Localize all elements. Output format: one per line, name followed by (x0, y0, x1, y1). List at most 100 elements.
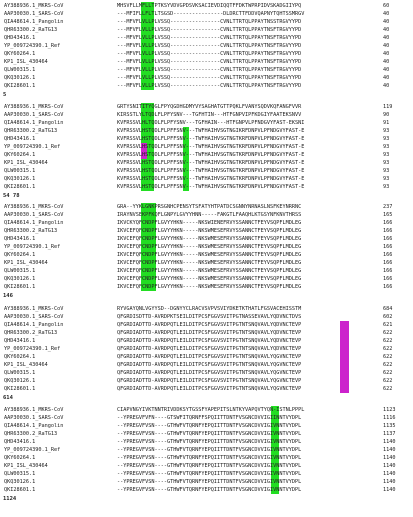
sequence-residues: ---MFVFLVLLPLVSSQ----------------CVNLTTR… (117, 59, 302, 65)
sequence-name: AY388936.1_MKRS-CoV (4, 104, 64, 110)
position-number: 166 (383, 284, 393, 290)
position-number: 622 (383, 346, 393, 352)
sequence-residues: --YPREGVFVSN----GTHWFVTQRNFYEPQIITTDNTFV… (117, 439, 302, 445)
sequence-residues: QFGRDIADTTD-AVRDPQTLEILDITPCSFGGVSVITPGT… (117, 330, 302, 336)
block-position-label: 5 (3, 92, 7, 98)
alignment-row: QKY60264.1 IKVCEFQFCNDPFLGVYYHKN-----NKSW… (0, 251, 413, 259)
sequence-residues: --YPREGVFVFN----GTSWFITQRNFFSPQIITTDNTFV… (117, 415, 302, 421)
sequence-residues: --YPREGVFVSN----GTHWFVTQRNFYEPQIITTDNTFV… (117, 455, 302, 461)
alignment-row: QIA48614.1_Pangolin --YPREGVFVSN----GTHWF… (0, 422, 413, 430)
alignment-row: QKI28601.1 IKVCEFQFCNDPFLGVYYHKN-----NKSW… (0, 283, 413, 291)
sequence-name: QKY60264.1 (4, 152, 36, 158)
position-number: 1137 (383, 431, 396, 437)
alignment-row: QKI28601.1 ---MFVFLVLLPLVSSQ-------------… (0, 82, 413, 90)
alignment-row: AY388936.1_MKRS-CoV RYVGAYQNLVGYYSD--DGNY… (0, 305, 413, 313)
sequence-name: QHR63300.2_RaTG13 (4, 228, 58, 234)
sequence-name: QIA48614.1_Pangolin (4, 220, 64, 226)
position-number: 91 (383, 120, 390, 126)
position-number: 40 (383, 19, 390, 25)
position-number: 1140 (383, 447, 396, 453)
sequence-name: AY388936.1_MKRS-CoV (4, 306, 64, 312)
sequence-name: YP_009724390.1_Ref (4, 43, 61, 49)
sequence-name: QHR63300.2_RaTG13 (4, 330, 58, 336)
sequence-residues: RYVGAYQNLVGYYSD--DGNYYCLRACVSVPVSVIYDKET… (117, 306, 302, 312)
alignment-row: QHR63300.2_RaTG13 ---MFVFLVLLPLVSSQ------… (0, 26, 413, 34)
position-number: 166 (383, 220, 393, 226)
sequence-residues: KVFRSSVLHSTQDLFLPFFSNV---TWFHAIHVSGTNGTK… (117, 152, 305, 158)
sequence-residues: IKVCEFQFCNDPFLGVYYHKN-----NKSWMESEFRVYSS… (117, 236, 302, 242)
sequence-residues: IKVCEFQFCNDPFLGVYYHKN-----NKSWMESEFRVYSS… (117, 276, 302, 282)
position-number: 622 (383, 362, 393, 368)
alignment-row: QHR63300.2_RaTG13 --YPREGVFVSN----GTHWFVT… (0, 430, 413, 438)
sequence-name: QKI28601.1 (4, 284, 36, 290)
sequence-residues: --YPREGVFVSN----GTHWFVTQRNFYEPQIITTDNTFV… (117, 471, 302, 477)
position-number: 1140 (383, 463, 396, 469)
sequence-name: QHR63300.2_RaTG13 (4, 27, 58, 33)
sequence-name: QKI28601.1 (4, 487, 36, 493)
sequence-name: AAP30030.1_SARS-CoV (4, 415, 64, 421)
sequence-name: QLW00315.1 (4, 471, 36, 477)
position-number: 166 (383, 268, 393, 274)
sequence-residues: KVFRSSVLHSTQDLFLPFFSNV---TWFHAIHVSGTNGTK… (117, 136, 305, 142)
position-number: 622 (383, 338, 393, 344)
sequence-name: KP1_ISL_430464 (4, 260, 48, 266)
sequence-residues: ---MFVFLVLLPLVSSQ----------------CVNLTTR… (117, 67, 302, 73)
sequence-residues: IKVCEFQFCNDPFLGVYYHKN-----NKSWMESEFRVYSS… (117, 260, 302, 266)
sequence-residues: KVFRSSVLHSTQDLFLPFFSNV---TWFHAIHVSGTNGTK… (117, 160, 305, 166)
sequence-residues: IKVCEFQFCNDPFLGVYYHKN-----NKSWMESEFRVYSS… (117, 268, 302, 274)
alignment-row: QKY60264.1 --YPREGVFVSN----GTHWFVTQRNFYEP… (0, 454, 413, 462)
position-number: 93 (383, 128, 390, 134)
position-number: 622 (383, 370, 393, 376)
position-number: 40 (383, 35, 390, 41)
position-number: 1123 (383, 407, 396, 413)
sequence-name: QHD43416.1 (4, 35, 36, 41)
sequence-residues: IKVCEFQFCNDPFLGVYYHKN-----NKSWMESEFRVYSS… (117, 284, 302, 290)
alignment-row: QIA48614.1_Pangolin KVFRSSVLHLTQDLFLPFYSN… (0, 119, 413, 127)
sequence-residues: KVFRSSVLHSTQDLFLPFFSNV---TWFHAIHVSGTNGIK… (117, 128, 305, 134)
position-number: 40 (383, 75, 390, 81)
position-number: 40 (383, 11, 390, 17)
sequence-name: AAP30030.1_SARS-CoV (4, 112, 64, 118)
sequence-residues: QFGRDIADTTD-AVRDPQTLEILDITPCSFGGVSVITPGT… (117, 346, 302, 352)
alignment-row: YP_009724390.1_Ref KVFRSSVLHSTQDLFLPFFSNV… (0, 143, 413, 151)
position-number: 1140 (383, 455, 396, 461)
sequence-name: QKQ30126.1 (4, 378, 36, 384)
position-number: 40 (383, 51, 390, 57)
alignment-row: AY388936.1_MKRS-CoV CIAPVNGYIVKTNNTRIVDDK… (0, 406, 413, 414)
alignment-row: AY388936.1_MKRS-CoV GRA--YYKLGNKPRSGNHCPE… (0, 203, 413, 211)
sequence-residues: ---MFIFLLFLTLTSGSD----------------DLDRCT… (117, 11, 305, 17)
sequence-residues: CIAPVNGYIVKTNNTRIVDDKSYTGSSFYAPEPITSLNTK… (117, 407, 305, 413)
alignment-row: QKI28601.1 --YPREGVFVSN----GTHWFVTQRNFYEP… (0, 486, 413, 494)
position-number: 93 (383, 136, 390, 142)
sequence-name: YP_009724390.1_Ref (4, 244, 61, 250)
sequence-name: QKY60264.1 (4, 354, 36, 360)
alignment-row: QHD43416.1 QFGRDIADTTD-AVRDPQTLEILDITPCSF… (0, 337, 413, 345)
alignment-row: QIA48614.1_Pangolin IKVCKYQFCNDPFLGVYYHKN… (0, 219, 413, 227)
position-number: 1140 (383, 487, 396, 493)
sequence-residues: --YPREGVFVSN----GTHWFVTQRNFYEPQIITTDNTFV… (117, 463, 302, 469)
sequence-residues: KVFRSSVLHLTQDLFLPFYSNV---TGFHAIN---HTFGN… (117, 120, 305, 126)
position-number: 1140 (383, 471, 396, 477)
block-position-label: 1124 (3, 496, 17, 502)
sequence-name: QKI28601.1 (4, 386, 36, 392)
alignment-row: AAP30030.1_SARS-CoV --YPREGVFVFN----GTSWF… (0, 414, 413, 422)
alignment-row: YP_009724390.1_Ref IKVCEFQFCNDPFLGVYYHKN-… (0, 243, 413, 251)
alignment-row: QLW00315.1 ---MFVFLVLLPLVSSQ-------------… (0, 66, 413, 74)
position-number: 602 (383, 314, 393, 320)
position-number: 166 (383, 276, 393, 282)
sequence-name: QKY60264.1 (4, 455, 36, 461)
sequence-name: QHD43416.1 (4, 236, 36, 242)
position-number: 237 (383, 204, 393, 210)
sequence-residues: IRAYNVSEKPFKQFLGNPYLGVYYHNN-----FAKGTLFA… (117, 212, 302, 218)
sequence-name: QHD43416.1 (4, 136, 36, 142)
sequence-name: KP1_ISL_430464 (4, 362, 48, 368)
alignment-row: QIA48614.1_Pangolin ---MFVFLVLLPLVSSQ----… (0, 18, 413, 26)
alignment-row: QKI28601.1 QFGRDIADTTD-AVRDPQTLEILDITPCSF… (0, 385, 413, 393)
sequence-residues: ---MFVFLVLLPLVSSQ----------------CVNLTTR… (117, 83, 302, 89)
position-number: 621 (383, 322, 393, 328)
position-number: 622 (383, 330, 393, 336)
position-number: 93 (383, 144, 390, 150)
sequence-residues: QFGRDIADTTD-AVRDPQTLEILDITPCSFGGVSVITPGT… (117, 322, 302, 328)
sequence-residues: IKVCEFQFCNDPFLGVYYHKN-----NKSWMESEFRVYSS… (117, 252, 302, 258)
sequence-name: KP1_ISL_430464 (4, 160, 48, 166)
